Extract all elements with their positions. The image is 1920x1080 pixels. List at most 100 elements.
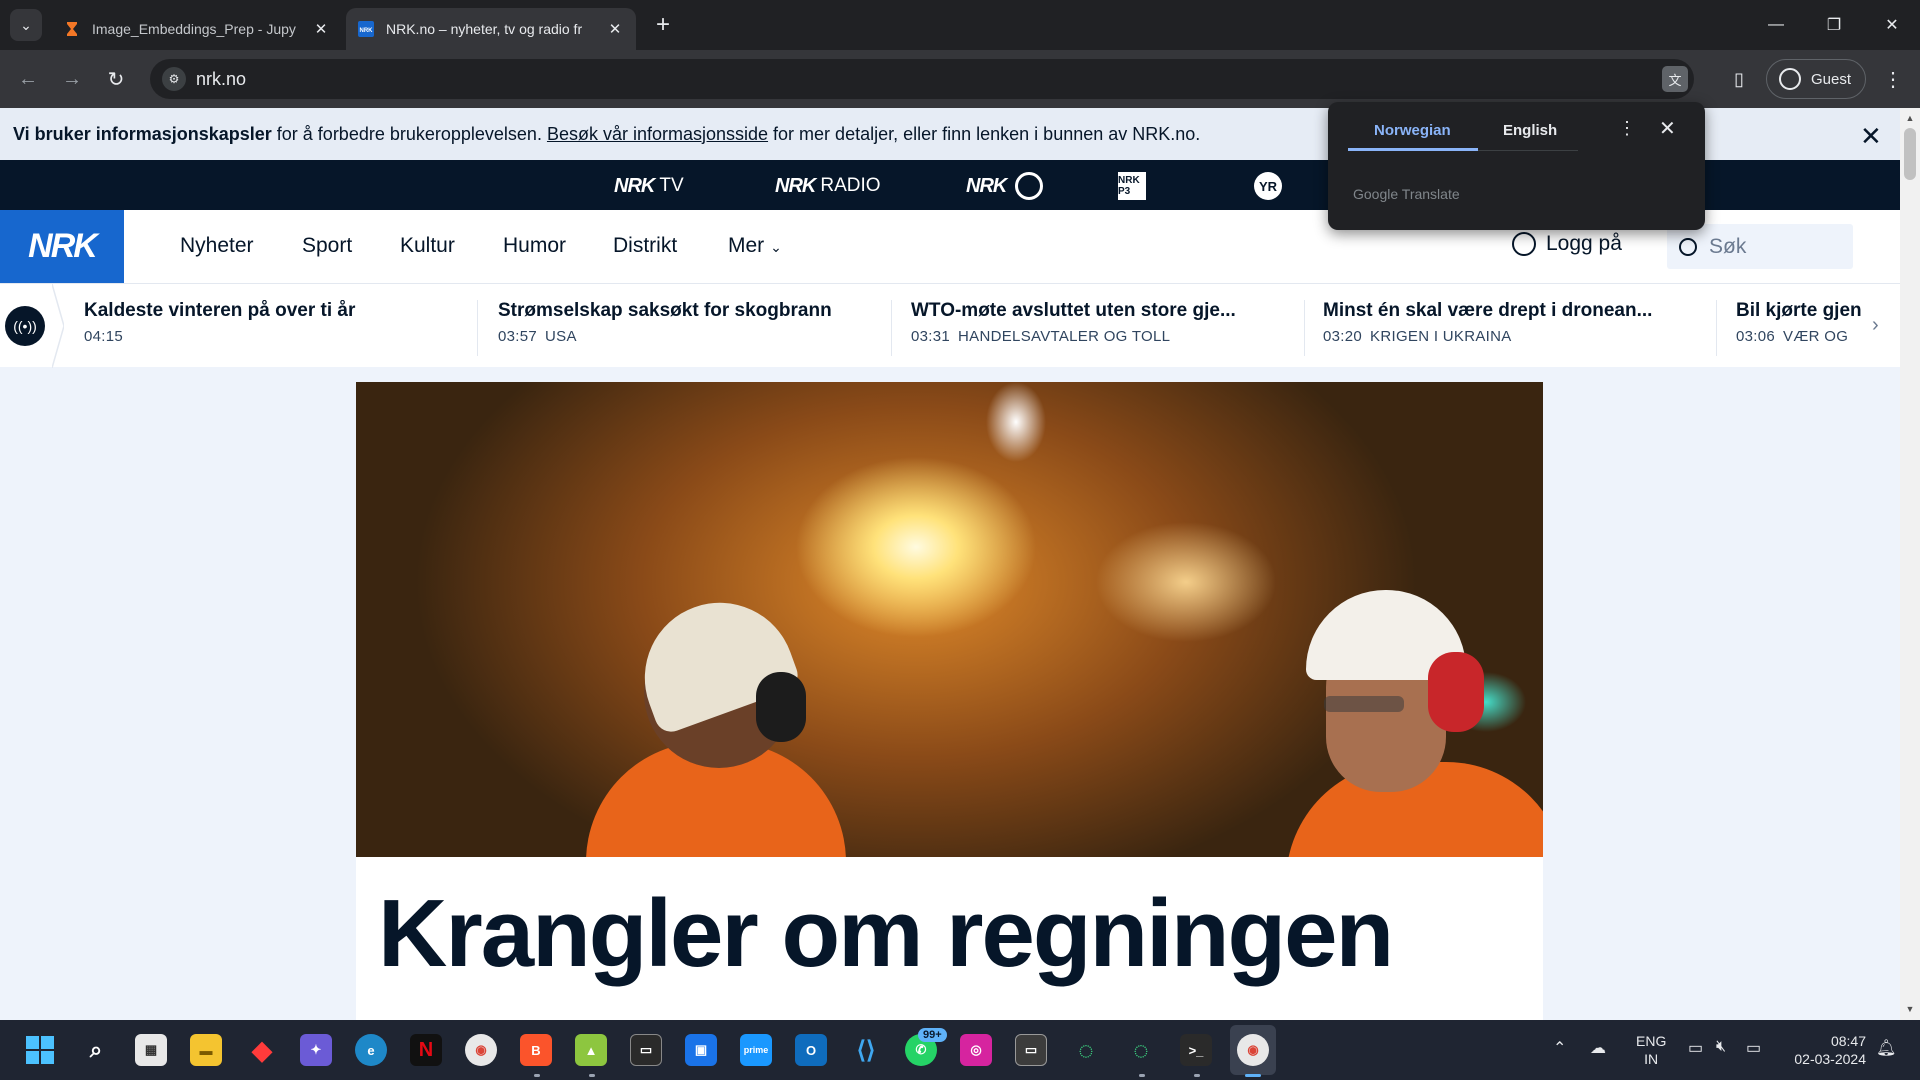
translate-icon[interactable]: 文 [1662, 66, 1688, 92]
minimize-button[interactable]: — [1752, 0, 1800, 50]
worker-left-earmuff [756, 672, 806, 742]
ticker-item[interactable]: Kaldeste vinteren på over ti år 04:15 [84, 300, 478, 356]
side-panel-icon[interactable]: ▯ [1726, 66, 1752, 92]
copilot-icon[interactable]: ✦ [300, 1034, 332, 1066]
tab-search-button[interactable]: ⌄ [10, 9, 42, 41]
tab-jupyter[interactable]: Image_Embeddings_Prep - Jupy ✕ [52, 8, 342, 50]
edge-icon[interactable]: e [355, 1034, 387, 1066]
chevron-down-icon: ⌄ [20, 16, 32, 33]
chevron-right-icon[interactable]: › [1872, 314, 1879, 337]
translate-target-tab[interactable]: English [1503, 122, 1557, 139]
super-logo-icon [1015, 172, 1044, 200]
tab-nrk[interactable]: NRK NRK.no – nyheter, tv og radio fr ✕ [346, 8, 636, 50]
ticker-headline: Strømselskap saksøkt for skogbrann [498, 300, 832, 321]
ticker-item[interactable]: Bil kjørte gjen 03:06 VÆR OG [1736, 300, 1864, 356]
search-input[interactable]: Søk [1667, 224, 1853, 269]
nav-nyheter[interactable]: Nyheter [180, 234, 254, 258]
prime-video-icon[interactable]: prime [740, 1034, 772, 1066]
yr-link[interactable]: YR [1254, 172, 1282, 200]
ticker-item[interactable]: WTO-møte avsluttet uten store gje... 03:… [911, 300, 1305, 356]
chevron-up-icon[interactable]: ⌃ [1553, 1038, 1566, 1058]
netflix-icon[interactable]: N [410, 1034, 442, 1066]
ticker-time: 04:15 [84, 328, 124, 345]
ticker-tag: VÆR OG [1783, 328, 1849, 345]
more-options-icon[interactable]: ⋮ [1618, 118, 1636, 139]
nrk-radio-link[interactable]: NRK RADIO [775, 172, 881, 200]
site-info-icon[interactable]: ⚙ [162, 67, 186, 91]
brave-icon[interactable]: B [520, 1034, 552, 1066]
loader-app-icon[interactable]: ◌ [1070, 1034, 1102, 1066]
more-menu-icon[interactable]: ⋮ [1880, 66, 1906, 92]
ticker-item[interactable]: Minst én skal være drept i dronean... 03… [1323, 300, 1717, 356]
nav-kultur[interactable]: Kultur [400, 234, 455, 258]
clock[interactable]: 08:47 02-03-2024 [1788, 1032, 1866, 1068]
worker-right-glasses [1324, 696, 1404, 712]
mute-icon[interactable]: 🔇︎ [1716, 1038, 1726, 1056]
search-icon[interactable]: ⌕ [80, 1034, 112, 1066]
profile-button[interactable]: Guest [1766, 59, 1866, 99]
article-card[interactable]: Krangler om regningen [356, 857, 1543, 1020]
app-window-icon[interactable]: ▭ [1015, 1034, 1047, 1066]
outlook-icon[interactable]: O [795, 1034, 827, 1066]
ticker-tag: USA [545, 328, 577, 345]
live-broadcast-icon[interactable]: ((•)) [5, 306, 45, 346]
translate-popup: Norwegian English ⋮ ✕ Google Translate [1328, 102, 1705, 230]
nrk-p3-link[interactable]: NRK P3 [1118, 172, 1146, 200]
article-hero-image[interactable] [356, 382, 1543, 857]
close-icon[interactable]: ✕ [1860, 121, 1882, 152]
address-bar[interactable]: ⚙ nrk.no [150, 59, 1694, 99]
page-scrollbar[interactable]: ▲ ▼ [1900, 108, 1920, 1020]
ticker-item[interactable]: Strømselskap saksøkt for skogbrann 03:57… [498, 300, 892, 356]
store-icon[interactable]: ▦ [135, 1034, 167, 1066]
nav-humor[interactable]: Humor [503, 234, 566, 258]
worker-right-earmuff [1428, 652, 1484, 732]
login-button[interactable]: Logg på [1512, 232, 1622, 256]
nrk-tv-link[interactable]: NRK TV [614, 172, 684, 200]
page-viewport: Vi bruker informasjonskapsler for å forb… [0, 108, 1900, 1020]
article-headline[interactable]: Krangler om regningen [378, 879, 1394, 989]
chrome-icon[interactable]: ◉ [465, 1034, 497, 1066]
photo-app-icon[interactable]: ▲ [575, 1034, 607, 1066]
loader-app-2-icon[interactable]: ◌ [1125, 1034, 1157, 1066]
url-text[interactable]: nrk.no [196, 69, 246, 90]
notification-badge: 99+ [918, 1028, 947, 1042]
news-ticker: ((•)) Kaldeste vinteren på over ti år 04… [0, 283, 1900, 368]
close-window-button[interactable]: ✕ [1868, 0, 1916, 50]
translate-source-tab[interactable]: Norwegian [1374, 122, 1451, 139]
file-explorer-icon[interactable]: ▬ [190, 1034, 222, 1066]
cloud-icon[interactable]: ☁ [1590, 1038, 1606, 1058]
reload-button[interactable]: ↻ [100, 63, 132, 95]
scroll-down-icon[interactable]: ▼ [1900, 1001, 1920, 1017]
login-label: Logg på [1546, 232, 1622, 255]
instagram-icon[interactable]: ◎ [960, 1034, 992, 1066]
scroll-up-icon[interactable]: ▲ [1900, 110, 1920, 126]
close-tab-icon[interactable]: ✕ [312, 20, 330, 38]
command-prompt-icon[interactable]: >_ [1180, 1034, 1212, 1066]
language-indicator[interactable]: ENG IN [1636, 1032, 1666, 1068]
nav-sport[interactable]: Sport [302, 234, 352, 258]
terminal-icon[interactable]: ▭ [630, 1034, 662, 1066]
windows-start-icon[interactable] [24, 1034, 56, 1066]
tab-title: Image_Embeddings_Prep - Jupy [92, 21, 296, 37]
restore-button[interactable]: ❐ [1810, 0, 1858, 50]
nrk-super-link[interactable]: NRK [966, 172, 1044, 200]
nrk-logo[interactable]: NRK [0, 210, 124, 283]
forward-button[interactable]: → [56, 63, 88, 95]
notification-bell-icon[interactable]: 🔔︎ [1876, 1038, 1896, 1058]
nav-mer[interactable]: Mer ⌄ [728, 234, 782, 258]
close-tab-icon[interactable]: ✕ [606, 20, 624, 38]
scroll-thumb[interactable] [1904, 128, 1916, 180]
window-app-icon[interactable]: ▣ [685, 1034, 717, 1066]
running-indicator [1194, 1074, 1200, 1077]
chrome-active-icon[interactable]: ◉ [1237, 1034, 1269, 1066]
vscode-icon[interactable]: ⟨⟩ [850, 1034, 882, 1066]
back-button[interactable]: ← [12, 63, 44, 95]
cookie-info-link[interactable]: Besøk vår informasjonsside [547, 124, 768, 144]
ticker-headline: WTO-møte avsluttet uten store gje... [911, 300, 1236, 321]
nav-distrikt[interactable]: Distrikt [613, 234, 677, 258]
new-tab-button[interactable]: + [648, 10, 678, 40]
close-icon[interactable]: ✕ [1659, 116, 1676, 141]
network-icon[interactable]: ▭ [1688, 1038, 1703, 1058]
battery-icon[interactable]: ▭ [1746, 1038, 1761, 1058]
app-diamond-icon[interactable]: ◆ [246, 1034, 278, 1066]
